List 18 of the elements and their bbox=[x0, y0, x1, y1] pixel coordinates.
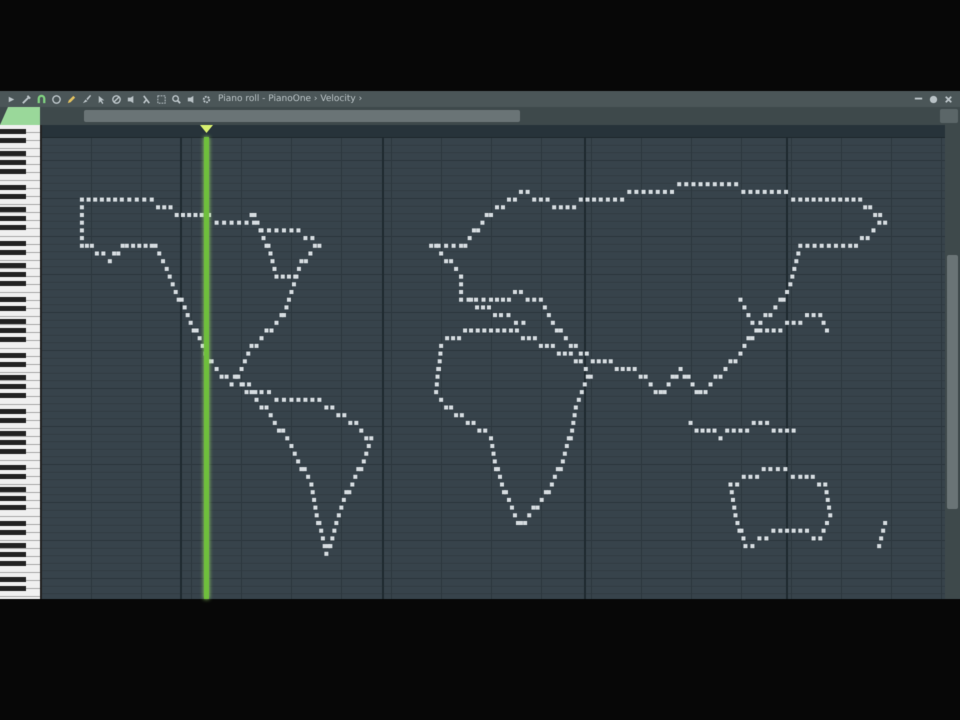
wrench-icon[interactable] bbox=[21, 94, 32, 104]
brush-icon[interactable] bbox=[81, 94, 92, 104]
window-title: Piano roll - PianoOne › Velocity › bbox=[218, 94, 362, 104]
vertical-scrollbar[interactable] bbox=[945, 125, 960, 599]
corner-tab[interactable] bbox=[0, 107, 40, 125]
circle-icon[interactable] bbox=[51, 94, 62, 104]
piano-keyboard[interactable] bbox=[0, 125, 42, 599]
pencil-icon[interactable] bbox=[66, 94, 77, 104]
scroll-thumb[interactable] bbox=[947, 255, 958, 509]
magnet-icon[interactable] bbox=[36, 94, 47, 104]
close-icon[interactable] bbox=[943, 94, 954, 104]
world-map-notes-drawing[interactable] bbox=[80, 182, 888, 556]
cursor-icon[interactable] bbox=[96, 94, 107, 104]
scroll-thumb[interactable] bbox=[84, 110, 520, 122]
crossed-circle-icon[interactable] bbox=[111, 94, 122, 104]
search-icon[interactable] bbox=[171, 94, 182, 104]
selection-icon[interactable] bbox=[156, 94, 167, 104]
maximize-icon[interactable] bbox=[928, 94, 939, 104]
